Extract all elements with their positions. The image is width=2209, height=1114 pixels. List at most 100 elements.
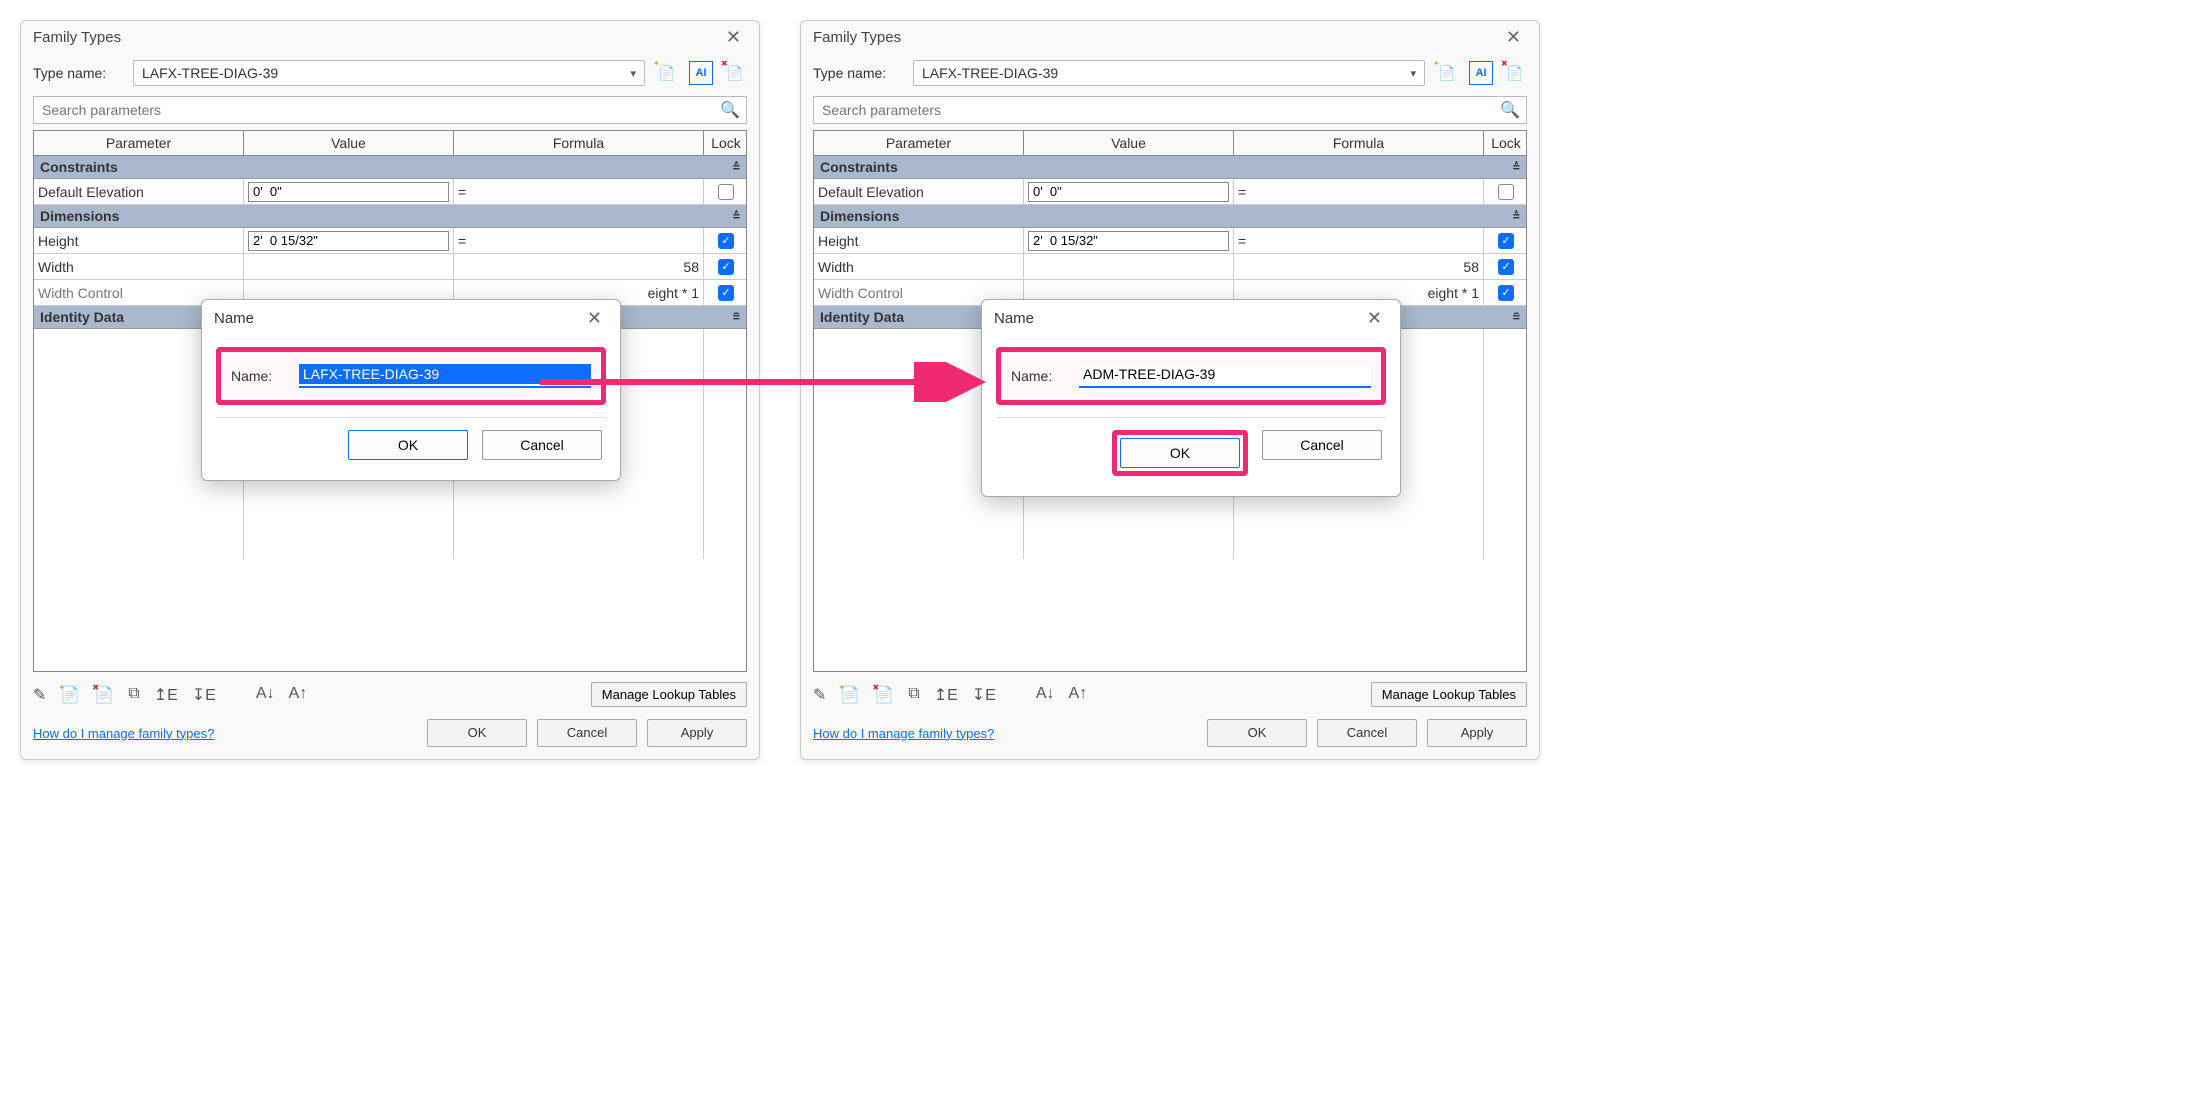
close-icon[interactable]: ✕ bbox=[581, 308, 608, 329]
row-width: Width 58 ✓ bbox=[814, 254, 1526, 280]
value-default-elevation[interactable] bbox=[1028, 182, 1229, 202]
close-icon[interactable]: ✕ bbox=[1361, 308, 1388, 329]
chevron-down-icon: ▾ bbox=[630, 67, 636, 80]
family-types-window-after: Family Types ✕ Type name: LAFX-TREE-DIAG… bbox=[800, 20, 1540, 760]
manage-lookup-tables-button[interactable]: Manage Lookup Tables bbox=[591, 682, 747, 707]
new-param-icon[interactable]: ✦📄 bbox=[60, 685, 80, 705]
lock-default-elevation[interactable] bbox=[1498, 184, 1514, 200]
lock-height[interactable]: ✓ bbox=[1498, 233, 1514, 249]
edit-icon[interactable]: ✎ bbox=[813, 685, 826, 705]
type-name-value: LAFX-TREE-DIAG-39 bbox=[142, 65, 278, 81]
delete-type-icon[interactable]: ✖📄 bbox=[1503, 61, 1527, 85]
cancel-button[interactable]: Cancel bbox=[1317, 719, 1417, 747]
name-input[interactable] bbox=[299, 364, 591, 384]
value-height[interactable] bbox=[248, 231, 449, 251]
name-input[interactable] bbox=[1079, 364, 1371, 384]
value-default-elevation[interactable] bbox=[248, 182, 449, 202]
formula-default-elevation[interactable]: = bbox=[454, 179, 704, 204]
move-down-icon[interactable]: ↧E bbox=[192, 685, 216, 705]
param-height: Height bbox=[34, 228, 244, 253]
help-link[interactable]: How do I manage family types? bbox=[813, 726, 994, 741]
ok-button[interactable]: OK bbox=[1207, 719, 1307, 747]
search-parameters[interactable]: 🔍 bbox=[813, 96, 1527, 124]
row-default-elevation: Default Elevation = bbox=[814, 179, 1526, 205]
lock-width[interactable]: ✓ bbox=[1498, 259, 1514, 275]
formula-height[interactable]: = bbox=[454, 228, 704, 253]
col-lock: Lock bbox=[1484, 131, 1527, 155]
ok-button[interactable]: OK bbox=[427, 719, 527, 747]
cancel-button[interactable]: Cancel bbox=[537, 719, 637, 747]
type-name-label: Type name: bbox=[33, 65, 123, 81]
param-width: Width bbox=[34, 254, 244, 279]
lock-width[interactable]: ✓ bbox=[718, 259, 734, 275]
collapse-icon: ≙ bbox=[733, 160, 740, 174]
move-up-icon[interactable]: ↥E bbox=[934, 685, 958, 705]
sort-desc-icon[interactable]: A↑ bbox=[289, 685, 308, 705]
row-height: Height = ✓ bbox=[34, 228, 746, 254]
name-dialog-ok-button[interactable]: OK bbox=[1120, 438, 1240, 468]
formula-width-tail: 58 bbox=[1234, 254, 1484, 279]
name-field-highlight: Name: bbox=[216, 347, 606, 405]
param-default-elevation: Default Elevation bbox=[34, 179, 244, 204]
search-input[interactable] bbox=[40, 101, 720, 119]
value-height[interactable] bbox=[1028, 231, 1229, 251]
apply-button[interactable]: Apply bbox=[647, 719, 747, 747]
window-title: Family Types bbox=[33, 29, 121, 46]
collapse-icon: ≙ bbox=[733, 209, 740, 223]
col-formula: Formula bbox=[1234, 131, 1484, 155]
delete-type-icon[interactable]: ✖📄 bbox=[723, 61, 747, 85]
copy-icon[interactable]: ⧉ bbox=[908, 685, 919, 705]
sort-asc-icon[interactable]: A↓ bbox=[1036, 685, 1055, 705]
lock-height[interactable]: ✓ bbox=[718, 233, 734, 249]
name-dialog-cancel-button[interactable]: Cancel bbox=[1262, 430, 1382, 460]
search-input[interactable] bbox=[820, 101, 1500, 119]
col-lock: Lock bbox=[704, 131, 747, 155]
name-label: Name: bbox=[1011, 368, 1067, 384]
new-param-icon[interactable]: ✦📄 bbox=[840, 685, 860, 705]
edit-icon[interactable]: ✎ bbox=[33, 685, 46, 705]
search-parameters[interactable]: 🔍 bbox=[33, 96, 747, 124]
rename-type-icon[interactable]: AI bbox=[1469, 61, 1493, 85]
delete-param-icon[interactable]: ✖📄 bbox=[94, 685, 114, 705]
close-icon[interactable]: ✕ bbox=[1500, 27, 1527, 48]
chevron-down-icon: ▾ bbox=[1410, 67, 1416, 80]
help-link[interactable]: How do I manage family types? bbox=[33, 726, 214, 741]
manage-lookup-tables-button[interactable]: Manage Lookup Tables bbox=[1371, 682, 1527, 707]
move-down-icon[interactable]: ↧E bbox=[972, 685, 996, 705]
col-value: Value bbox=[1024, 131, 1234, 155]
new-type-icon[interactable]: ✦📄 bbox=[655, 61, 679, 85]
move-up-icon[interactable]: ↥E bbox=[154, 685, 178, 705]
name-label: Name: bbox=[231, 368, 287, 384]
section-dimensions[interactable]: Dimensions ≙ bbox=[814, 205, 1526, 228]
sort-desc-icon[interactable]: A↑ bbox=[1069, 685, 1088, 705]
rename-type-icon[interactable]: AI bbox=[689, 61, 713, 85]
copy-icon[interactable]: ⧉ bbox=[128, 685, 139, 705]
section-constraints[interactable]: Constraints ≙ bbox=[814, 156, 1526, 179]
lock-default-elevation[interactable] bbox=[718, 184, 734, 200]
section-dimensions[interactable]: Dimensions ≙ bbox=[34, 205, 746, 228]
type-name-select[interactable]: LAFX-TREE-DIAG-39 ▾ bbox=[133, 60, 645, 86]
formula-height[interactable]: = bbox=[1234, 228, 1484, 253]
expand-icon: ≘ bbox=[733, 310, 740, 324]
type-name-value: LAFX-TREE-DIAG-39 bbox=[922, 65, 1058, 81]
name-field-highlight: Name: bbox=[996, 347, 1386, 405]
new-type-icon[interactable]: ✦📄 bbox=[1435, 61, 1459, 85]
name-dialog-title: Name bbox=[994, 310, 1034, 327]
close-icon[interactable]: ✕ bbox=[720, 27, 747, 48]
formula-width-tail: 58 bbox=[454, 254, 704, 279]
formula-default-elevation[interactable]: = bbox=[1234, 179, 1484, 204]
name-dialog-ok-button[interactable]: OK bbox=[348, 430, 468, 460]
collapse-icon: ≙ bbox=[1513, 209, 1520, 223]
type-name-select[interactable]: LAFX-TREE-DIAG-39 ▾ bbox=[913, 60, 1425, 86]
row-width: Width 58 ✓ bbox=[34, 254, 746, 280]
apply-button[interactable]: Apply bbox=[1427, 719, 1527, 747]
sort-asc-icon[interactable]: A↓ bbox=[256, 685, 275, 705]
delete-param-icon[interactable]: ✖📄 bbox=[874, 685, 894, 705]
name-dialog-cancel-button[interactable]: Cancel bbox=[482, 430, 602, 460]
lock-width-control[interactable]: ✓ bbox=[1498, 285, 1514, 301]
expand-icon: ≘ bbox=[1513, 310, 1520, 324]
param-default-elevation: Default Elevation bbox=[814, 179, 1024, 204]
section-constraints[interactable]: Constraints ≙ bbox=[34, 156, 746, 179]
lock-width-control[interactable]: ✓ bbox=[718, 285, 734, 301]
parameter-toolbar: ✎ ✦📄 ✖📄 ⧉ ↥E ↧E A↓ A↑ bbox=[33, 685, 307, 705]
